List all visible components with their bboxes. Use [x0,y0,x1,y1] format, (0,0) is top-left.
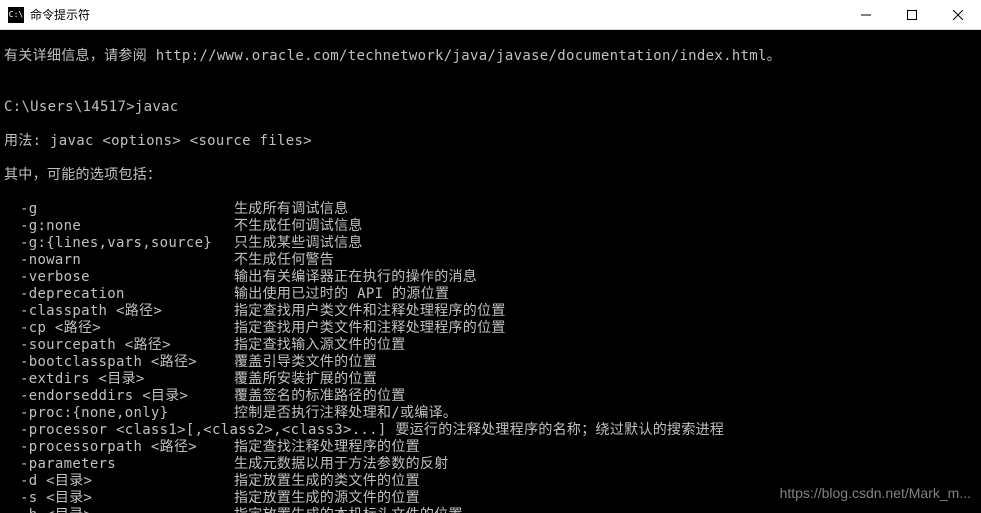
terminal-output[interactable]: 有关详细信息，请参阅 http://www.oracle.com/technet… [0,30,981,513]
option-row: -verbose输出有关编译器正在执行的操作的消息 [4,269,977,286]
option-row: -deprecation输出使用已过时的 API 的源位置 [4,286,977,303]
option-flag: -g:{lines,vars,source} [4,235,234,252]
option-row: -classpath <路径>指定查找用户类文件和注释处理程序的位置 [4,303,977,320]
option-flag: -endorseddirs <目录> [4,388,234,405]
option-flag: -deprecation [4,286,234,303]
minimize-button[interactable] [843,0,889,29]
option-description: 不生成任何调试信息 [234,218,363,235]
watermark-text: https://blog.csdn.net/Mark_m... [780,485,971,501]
close-icon [953,10,963,20]
option-description: 覆盖签名的标准路径的位置 [234,388,406,405]
option-flag: -h <目录> [4,507,234,513]
option-description: 输出使用已过时的 API 的源位置 [234,286,449,303]
option-description: 生成所有调试信息 [234,201,348,218]
option-row: -sourcepath <路径>指定查找输入源文件的位置 [4,337,977,354]
option-description: 覆盖引导类文件的位置 [234,354,377,371]
option-row: -nowarn不生成任何警告 [4,252,977,269]
option-row: -processorpath <路径>指定查找注释处理程序的位置 [4,439,977,456]
terminal-prompt-line: C:\Users\14517>javac [4,99,977,116]
maximize-button[interactable] [889,0,935,29]
option-row: -h <目录>指定放置生成的本机标头文件的位置 [4,507,977,513]
terminal-line: 有关详细信息，请参阅 http://www.oracle.com/technet… [4,48,977,65]
option-row: -cp <路径>指定查找用户类文件和注释处理程序的位置 [4,320,977,337]
option-row: -g:none不生成任何调试信息 [4,218,977,235]
option-row: -proc:{none,only}控制是否执行注释处理和/或编译。 [4,405,977,422]
option-description: 控制是否执行注释处理和/或编译。 [234,405,457,422]
option-flag: -processorpath <路径> [4,439,234,456]
terminal-line: 用法: javac <options> <source files> [4,133,977,150]
option-flag: -bootclasspath <路径> [4,354,234,371]
cmd-icon: C:\ [8,7,24,23]
option-description: 指定放置生成的本机标头文件的位置 [234,507,463,513]
option-flag: -proc:{none,only} [4,405,234,422]
option-description: 指定查找注释处理程序的位置 [234,439,420,456]
option-description: 指定放置生成的类文件的位置 [234,473,420,490]
option-description: 指定查找用户类文件和注释处理程序的位置 [234,320,506,337]
option-row: -extdirs <目录>覆盖所安装扩展的位置 [4,371,977,388]
option-row: -parameters生成元数据以用于方法参数的反射 [4,456,977,473]
option-flag: -nowarn [4,252,234,269]
option-flag: -g:none [4,218,234,235]
terminal-line: 其中，可能的选项包括： [4,167,977,184]
option-flag: -extdirs <目录> [4,371,234,388]
option-flag: -d <目录> [4,473,234,490]
option-description: 输出有关编译器正在执行的操作的消息 [234,269,477,286]
option-flag: -g [4,201,234,218]
close-button[interactable] [935,0,981,29]
maximize-icon [907,10,917,20]
option-flag: -classpath <路径> [4,303,234,320]
window-title: 命令提示符 [30,6,843,23]
option-row: -processor <class1>[,<class2>,<class3>..… [4,422,977,439]
option-description: 不生成任何警告 [234,252,334,269]
option-description: 覆盖所安装扩展的位置 [234,371,377,388]
option-row: -g生成所有调试信息 [4,201,977,218]
option-description: 指定查找输入源文件的位置 [234,337,406,354]
option-description: 指定查找用户类文件和注释处理程序的位置 [234,303,506,320]
minimize-icon [861,10,871,20]
option-row: -bootclasspath <路径>覆盖引导类文件的位置 [4,354,977,371]
option-description: 只生成某些调试信息 [234,235,363,252]
option-description: 指定放置生成的源文件的位置 [234,490,420,507]
option-flag: -verbose [4,269,234,286]
option-flag: -processor <class1>[,<class2>,<class3>..… [4,422,724,439]
window-titlebar: C:\ 命令提示符 [0,0,981,30]
option-row: -endorseddirs <目录>覆盖签名的标准路径的位置 [4,388,977,405]
option-description: 生成元数据以用于方法参数的反射 [234,456,449,473]
option-flag: -s <目录> [4,490,234,507]
window-controls [843,0,981,29]
option-flag: -cp <路径> [4,320,234,337]
option-flag: -parameters [4,456,234,473]
option-row: -g:{lines,vars,source}只生成某些调试信息 [4,235,977,252]
option-flag: -sourcepath <路径> [4,337,234,354]
